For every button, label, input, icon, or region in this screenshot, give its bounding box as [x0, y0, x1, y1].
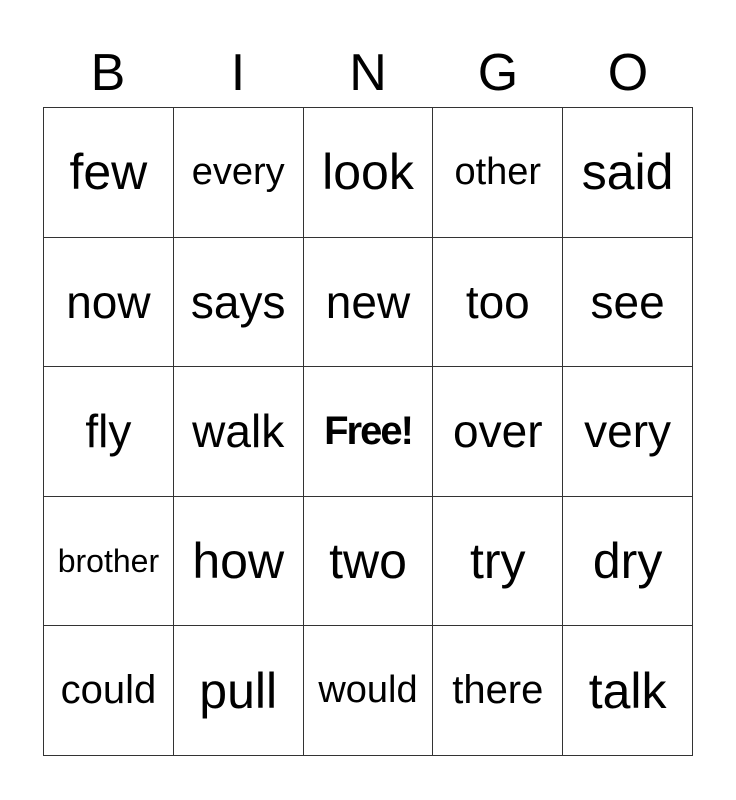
- bingo-cell[interactable]: look: [303, 108, 434, 238]
- bingo-cell[interactable]: see: [563, 237, 693, 368]
- cell-word: over: [453, 405, 543, 458]
- bingo-cell[interactable]: pull: [173, 626, 304, 756]
- bingo-cell[interactable]: over: [433, 367, 564, 497]
- header-letter-i: I: [230, 44, 246, 102]
- cell-word: see: [590, 275, 665, 328]
- header-letter-g: G: [477, 44, 519, 102]
- bingo-cell[interactable]: said: [563, 108, 693, 238]
- bingo-cell[interactable]: every: [173, 108, 304, 238]
- cell-word: said: [581, 144, 674, 201]
- cell-word: says: [190, 275, 286, 328]
- cell-word: there: [452, 668, 544, 713]
- bingo-board: few every look other said now says new t…: [43, 107, 693, 756]
- cell-word: walk: [192, 405, 285, 458]
- bingo-cell[interactable]: other: [433, 108, 564, 238]
- cell-word: other: [454, 150, 542, 193]
- bingo-cell[interactable]: now: [44, 237, 174, 368]
- cell-word: brother: [57, 542, 160, 579]
- header-letter-n: N: [349, 44, 387, 102]
- bingo-cell[interactable]: says: [173, 237, 304, 368]
- cell-word: too: [465, 275, 530, 328]
- bingo-cell[interactable]: two: [303, 496, 434, 627]
- bingo-cell[interactable]: there: [433, 626, 564, 756]
- bingo-cell[interactable]: how: [173, 496, 304, 627]
- bingo-cell[interactable]: would: [303, 626, 434, 756]
- bingo-cell[interactable]: try: [433, 496, 564, 627]
- cell-word: would: [318, 669, 418, 712]
- bingo-cell[interactable]: brother: [44, 496, 174, 627]
- cell-word: talk: [588, 662, 667, 719]
- free-space-label: Free!: [324, 408, 414, 453]
- cell-word: try: [470, 533, 526, 590]
- cell-word: two: [329, 533, 407, 590]
- cell-word: could: [60, 668, 157, 713]
- cell-word: fly: [85, 405, 132, 458]
- cell-word: few: [69, 144, 148, 201]
- bingo-cell[interactable]: new: [303, 237, 434, 368]
- bingo-header: B I N G O: [43, 40, 693, 107]
- bingo-cell[interactable]: walk: [173, 367, 304, 497]
- cell-word: dry: [592, 533, 663, 590]
- cell-word: pull: [199, 662, 278, 719]
- bingo-cell[interactable]: few: [44, 108, 174, 238]
- free-space-cell[interactable]: Free!: [303, 367, 434, 497]
- header-letter-b: B: [90, 44, 126, 102]
- cell-word: very: [584, 405, 672, 458]
- bingo-cell[interactable]: very: [563, 367, 693, 497]
- bingo-cell[interactable]: dry: [563, 496, 693, 627]
- cell-word: how: [192, 533, 285, 590]
- bingo-cell[interactable]: too: [433, 237, 564, 368]
- header-letter-o: O: [607, 44, 649, 102]
- cell-word: new: [325, 275, 411, 328]
- bingo-cell[interactable]: could: [44, 626, 174, 756]
- bingo-cell[interactable]: fly: [44, 367, 174, 497]
- cell-word: look: [322, 144, 414, 201]
- cell-word: now: [66, 275, 151, 328]
- cell-word: every: [191, 150, 285, 193]
- bingo-cell[interactable]: talk: [563, 626, 693, 756]
